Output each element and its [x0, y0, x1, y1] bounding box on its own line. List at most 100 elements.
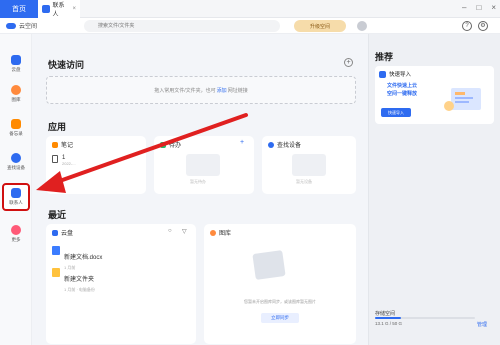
tab-contacts[interactable]: 联系人 ×: [38, 0, 80, 18]
word-doc-icon: [52, 246, 60, 255]
window-controls: – □ ×: [462, 3, 496, 12]
recent-gallery-card: 图库 您暂未开启图库同步，或该图库暂无图片 立即同步: [204, 224, 356, 344]
todo-card-header: 待办: [160, 140, 181, 149]
gallery-illustration: [252, 250, 286, 280]
sync-now-button[interactable]: 立即同步: [261, 313, 299, 323]
find-device-card[interactable]: 查找设备 暂无设备: [262, 136, 356, 194]
sidebar-item-label: 云盘: [11, 67, 21, 72]
file-name: 新建文档.docx: [64, 255, 103, 261]
help-icon[interactable]: ?: [462, 21, 472, 31]
recent-drive-title: 云盘: [61, 231, 74, 237]
manage-storage-link[interactable]: 管理: [477, 321, 487, 328]
storage-progress-fill: [375, 317, 401, 319]
recommend-panel: 推荐 快速导入 文件快速上云 空间一键释放 快速导入 存储空间 13.1 G /…: [368, 34, 500, 345]
cloud-logo-icon: [6, 22, 16, 29]
quick-access-title: 快速访问: [48, 60, 85, 70]
note-item-date: 2022-...: [62, 161, 76, 166]
gallery-empty-text: 您暂未开启图库同步，或该图库暂无图片: [244, 299, 316, 304]
import-icon: [379, 70, 386, 78]
contacts-tab-icon: [42, 5, 50, 13]
sidebar-item-gallery[interactable]: 图库: [2, 80, 30, 108]
gallery-icon: [210, 229, 216, 236]
app-name: 云空间: [19, 24, 38, 30]
app-logo: 云空间: [6, 21, 37, 30]
storage-label: 存储空间: [375, 311, 396, 317]
sidebar-item-more[interactable]: 更多: [2, 220, 30, 248]
sidebar-item-label: 图库: [11, 97, 21, 102]
todo-card[interactable]: 待办 + 暂无待办: [154, 136, 254, 194]
list-item[interactable]: 新建文件夹 1 月前 · 电脑备份: [52, 268, 95, 293]
recent-gallery-header: 图库: [210, 228, 231, 237]
main-content: 快速访问 + 拖入常用文件/文件夹，也可 添加 网址链接 应用 笔记 1 202…: [32, 34, 368, 345]
promo-line-1: 文件快速上云: [387, 83, 418, 89]
contacts-icon: [11, 188, 21, 198]
settings-icon[interactable]: ⚙: [478, 21, 488, 31]
document-icon: [52, 155, 58, 163]
storage-usage-text: 13.1 G / 50 G: [375, 321, 403, 326]
cloud-drive-icon: [52, 229, 58, 236]
promo-card[interactable]: 快速导入 文件快速上云 空间一键释放 快速导入: [375, 66, 494, 124]
todo-icon: [160, 141, 166, 148]
promo-header: 快速导入: [379, 70, 411, 78]
sidebar-item-memo[interactable]: 备忘录: [2, 114, 30, 142]
cloud-drive-icon: [11, 55, 21, 65]
quick-access-hint: 拖入常用文件/文件夹，也可: [154, 87, 216, 94]
find-device-icon: [11, 153, 21, 163]
sidebar-item-find-device[interactable]: 查找设备: [2, 148, 30, 176]
promo-header-text: 快速导入: [389, 72, 412, 78]
memo-icon: [11, 119, 21, 129]
todo-empty-illustration: [186, 154, 220, 176]
sidebar-item-label: 联系人: [9, 200, 23, 205]
quick-import-button[interactable]: 快速导入: [381, 108, 411, 117]
folder-icon: [52, 268, 60, 277]
find-device-icon: [268, 141, 274, 148]
upgrade-button[interactable]: 升级空间: [294, 20, 346, 32]
avatar[interactable]: [357, 21, 367, 31]
quick-access-dropzone[interactable]: 拖入常用文件/文件夹，也可 添加 网址链接: [46, 76, 356, 104]
sidebar-item-label: 更多: [11, 237, 21, 242]
sidebar-item-contacts[interactable]: 联系人: [2, 183, 30, 211]
sidebar-item-label: 查找设备: [7, 165, 25, 170]
file-meta: 1 月前 · 电脑备份: [64, 287, 95, 292]
todo-card-title: 待办: [169, 143, 182, 149]
add-quick-access-icon[interactable]: +: [344, 58, 353, 67]
sidebar-item-label: 备忘录: [9, 131, 23, 136]
note-item[interactable]: 1 2022-...: [52, 155, 76, 166]
file-name: 新建文件夹: [64, 277, 95, 283]
apps-title: 应用: [48, 122, 67, 132]
storage-progress-bar: [375, 317, 475, 319]
device-empty-illustration: [292, 154, 326, 176]
notes-card[interactable]: 笔记 1 2022-...: [46, 136, 146, 194]
tab-contacts-label: 联系人: [52, 3, 65, 18]
notes-icon: [52, 141, 58, 148]
refresh-icon[interactable]: ○: [168, 228, 172, 234]
recommend-title: 推荐: [375, 52, 394, 62]
recent-gallery-title: 图库: [219, 231, 232, 237]
close-tab-icon[interactable]: ×: [72, 6, 76, 12]
maximize-icon[interactable]: □: [476, 3, 481, 12]
app-header: 云空间 升级空间 ? ⚙: [0, 18, 500, 34]
add-todo-icon[interactable]: +: [240, 139, 244, 146]
find-device-card-title: 查找设备: [277, 143, 302, 149]
search-input[interactable]: [84, 20, 280, 32]
notes-card-header: 笔记: [52, 140, 73, 149]
promo-line-2: 空间一键释放: [387, 91, 418, 97]
close-icon[interactable]: ×: [491, 3, 496, 12]
recent-title: 最近: [48, 210, 67, 220]
gallery-icon: [11, 85, 21, 95]
todo-empty-text: 暂无待办: [190, 179, 206, 184]
recent-drive-card: 云盘 ○ ▽ 新建文档.docx 1 月前 新建文件夹 1 月前 · 电脑备份: [46, 224, 196, 344]
minimize-icon[interactable]: –: [462, 3, 466, 12]
title-bar: 首页 联系人 × – □ ×: [0, 0, 500, 18]
device-empty-text: 暂无设备: [296, 179, 312, 184]
sidebar-item-drive[interactable]: 云盘: [2, 50, 30, 78]
quick-access-hint-suffix: 网址链接: [227, 87, 248, 94]
recent-drive-header: 云盘: [52, 228, 73, 237]
find-device-card-header: 查找设备: [268, 140, 301, 149]
promo-illustration: [444, 88, 481, 111]
filter-icon[interactable]: ▽: [182, 228, 187, 235]
tab-home[interactable]: 首页: [0, 0, 38, 18]
notes-card-title: 笔记: [61, 143, 74, 149]
add-link[interactable]: 添加: [217, 87, 227, 94]
sidebar: 云盘 图库 备忘录 查找设备 联系人 更多: [0, 34, 32, 345]
